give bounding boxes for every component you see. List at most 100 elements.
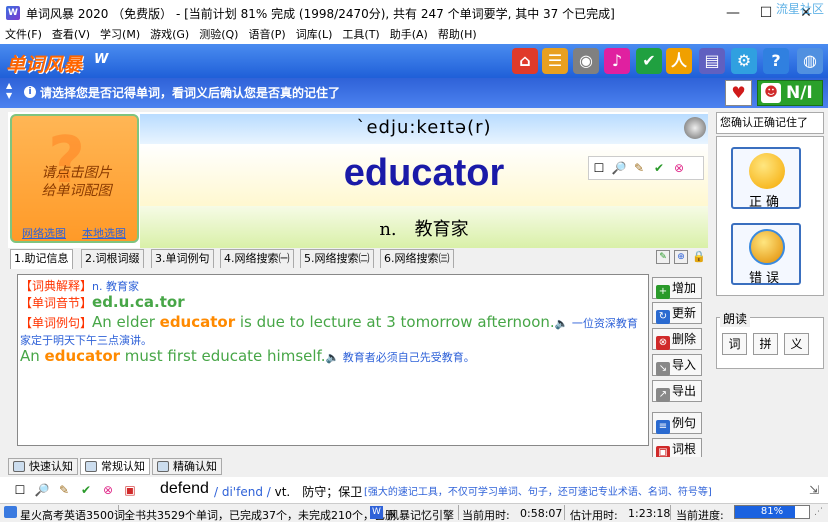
syllable-tag: 【单词音节】 [20,296,93,310]
definition-bar: n. 教育家 [140,206,708,248]
globe-icon[interactable]: ◍ [797,48,823,74]
watermark-text: 流星社区 [776,2,825,16]
local-picture-link[interactable]: 本地选图 [82,225,126,241]
check-icon[interactable]: ✔ [649,157,669,179]
home-icon[interactable]: ⌂ [512,48,538,74]
update-icon: ↻ [656,310,670,324]
web-picture-link[interactable]: 网络选图 [22,225,66,241]
pen-icon[interactable]: ✎ [656,250,670,264]
delete-icon[interactable]: ⊗ [100,482,116,498]
progress-bar: 81% [734,505,810,519]
import-button[interactable]: ↘ 导入 [652,354,702,376]
monitor-icon [13,461,25,472]
example-tag: 【单词例句】 [20,316,93,330]
word-display: educator ☐ 🔎 ✎ ✔ ⊗ [140,144,708,206]
favorite-heart-button[interactable]: ♥ [725,80,752,106]
read-meaning-button[interactable]: 义 [784,333,809,355]
dict-value: n. 教育家 [92,280,139,293]
checkbox-icon[interactable]: ☐ [12,482,28,498]
export-icon: ↗ [656,388,670,402]
delete-button[interactable]: ⊗ 删除 [652,328,702,350]
tab-web-search-3[interactable]: 6.网络搜索㈢ [380,249,454,268]
resize-grip-icon[interactable]: ⋰ [814,507,826,519]
menu-file[interactable]: 文件(F) [0,26,47,44]
delete-icon: ⊗ [656,336,670,350]
runner-icon[interactable]: 人 [666,48,692,74]
smile-face-icon [749,153,785,189]
edit-icon[interactable]: ✎ [629,157,649,179]
export-label: 导出 [672,384,697,398]
dict-tag: 【词典解释】 [20,279,93,293]
menu-quiz[interactable]: 测验(Q) [194,26,243,44]
expand-arrows-icon[interactable]: ▲ ▼ [6,81,12,101]
tab-example[interactable]: 3.单词例句 [151,249,214,268]
bottom-word: defend [160,480,209,497]
import-icon: ↘ [656,362,670,376]
bottom-phonetic: / di'fend / [214,485,271,499]
tab-precise-recognize[interactable]: 精确认知 [152,458,222,475]
bottom-word-detail: / di'fend / vt. 防守；保卫 [214,483,362,500]
read-word-button[interactable]: 词 [722,333,747,355]
speaker-icon[interactable] [684,117,706,139]
example2-post: must first educate himself. [120,347,326,365]
check-icon[interactable]: ✔ [78,482,94,498]
tab-memory-info[interactable]: 1.助记信息 [10,249,73,269]
search-icon[interactable]: 🔎 [34,482,50,498]
list-icon[interactable]: ☰ [542,48,568,74]
zoom-icon[interactable]: ⊕ [674,250,688,264]
checkbox-icon[interactable]: ☐ [589,157,609,179]
books-icon[interactable]: ▤ [699,48,725,74]
add-button[interactable]: + 增加 [652,277,702,299]
tab-root-affix[interactable]: 2.词根词缀 [81,249,144,268]
gear-icon[interactable]: ⚙ [731,48,757,74]
example2-speaker-icon[interactable]: 🔈 [326,351,340,364]
menu-help[interactable]: 帮助(H) [433,26,482,44]
example1-pre: An elder [92,313,160,331]
tab-web-search-2[interactable]: 5.网络搜索㈡ [300,249,374,268]
corner-icon[interactable]: ⇲ [806,482,822,498]
word-definition: n. 教育家 [379,219,469,240]
tab-normal-recognize[interactable]: 常规认知 [80,458,150,475]
ni-toggle-button[interactable]: ☻ N/I [757,80,823,106]
status-progress-label: 当前进度: [676,509,724,522]
brand-w-icon: W [94,52,109,67]
tab-web-search-1[interactable]: 4.网络搜索㈠ [220,249,294,268]
shield-icon[interactable]: ✔ [636,48,662,74]
edit-icon[interactable]: ✎ [56,482,72,498]
wrong-button[interactable]: 错误 [731,223,801,286]
update-button[interactable]: ↻ 更新 [652,302,702,324]
sad-face-icon [749,229,785,265]
menu-view[interactable]: 查看(V) [47,26,95,44]
menu-voice[interactable]: 语音(P) [243,26,290,44]
tab-precise-label: 精确认知 [173,460,217,473]
menu-game[interactable]: 游戏(G) [145,26,194,44]
status-used-time: 0:58:07 [520,507,563,520]
status-used-label: 当前用时: [462,509,510,522]
search-icon[interactable]: 🔎 [609,157,629,179]
flag-icon[interactable]: ▣ [122,482,138,498]
help-icon[interactable]: ? [763,48,789,74]
delete-label: 删除 [672,332,697,346]
tab-quick-recognize[interactable]: 快速认知 [8,458,78,475]
example-button[interactable]: ≡ 例句 [652,412,702,434]
engine-icon: W [370,506,383,519]
disc-icon[interactable]: ◉ [573,48,599,74]
correct-label: 正确 [748,195,783,210]
correct-button[interactable]: 正确 [731,147,801,210]
minimize-button[interactable]: — [717,2,749,24]
export-button[interactable]: ↗ 导出 [652,380,702,402]
menu-library[interactable]: 词库(L) [291,26,338,44]
hint-bar: ▲ ▼ i 请选择您是否记得单词，看词义后确认您是否真的记住了 [0,78,828,108]
menu-tools[interactable]: 工具(T) [337,26,384,44]
monitor-icon [157,461,169,472]
read-spell-button[interactable]: 拼 [753,333,778,355]
menu-study[interactable]: 学习(M) [95,26,145,44]
person-icon: ☻ [761,83,781,103]
lock-icon[interactable]: 🔒 [692,250,706,264]
word-picture-box[interactable]: ? 请点击图片 给单词配图 网络选图 本地选图 [10,114,139,243]
menu-assistant[interactable]: 助手(A) [385,26,433,44]
brand-logo: 单词风暴 [6,54,83,76]
music-icon[interactable]: ♪ [604,48,630,74]
delete-icon[interactable]: ⊗ [669,157,689,179]
example1-speaker-icon[interactable]: 🔈 [555,317,569,330]
